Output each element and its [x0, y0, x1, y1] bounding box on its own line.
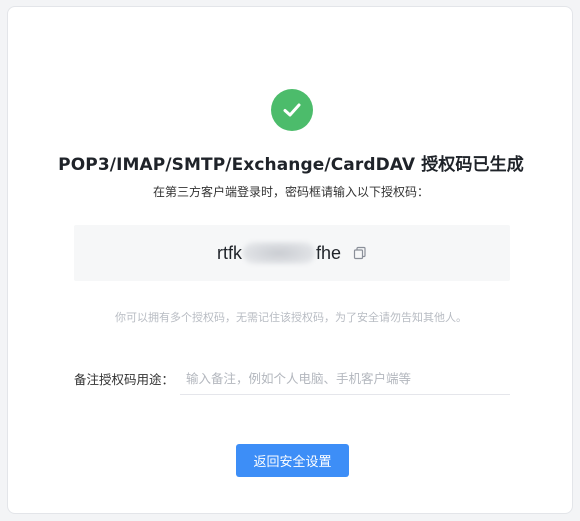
remark-label: 备注授权码用途： — [74, 372, 175, 387]
copy-icon[interactable] — [353, 246, 367, 260]
back-to-security-settings-button[interactable]: 返回安全设置 — [236, 444, 349, 477]
remark-input[interactable] — [180, 363, 510, 395]
page-title: POP3/IMAP/SMTP/Exchange/CardDAV 授权码已生成 — [58, 155, 524, 175]
auth-code-suffix: fhe — [315, 242, 342, 263]
security-hint: 你可以拥有多个授权码，无需记住该授权码，为了安全请勿告知其他人。 — [115, 311, 467, 324]
auth-code-box: rtfk fhe — [74, 225, 510, 281]
check-circle-icon — [271, 89, 313, 131]
auth-code-prefix: rtfk — [216, 242, 242, 263]
auth-code-card: POP3/IMAP/SMTP/Exchange/CardDAV 授权码已生成 在… — [7, 6, 573, 514]
auth-code-masked-part — [242, 242, 315, 264]
auth-code-row: rtfk fhe — [74, 225, 510, 281]
page-subtitle: 在第三方客户端登录时，密码框请输入以下授权码： — [152, 185, 429, 199]
